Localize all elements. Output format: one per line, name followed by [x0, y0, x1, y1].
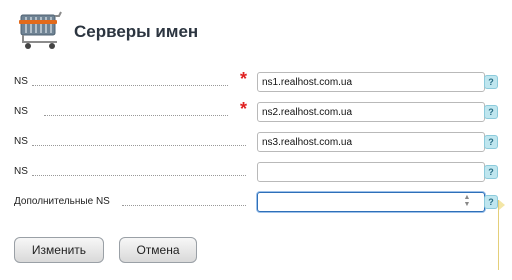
ns1-label: NS	[14, 76, 28, 87]
dotted-leader	[32, 175, 246, 176]
ns1-row: NS * ?	[14, 69, 504, 94]
ns3-input[interactable]	[257, 132, 485, 152]
ns2-row: NS * ?	[14, 99, 504, 124]
extra-ns-row: Дополнительные NS ▲ ▼ ?	[14, 192, 504, 214]
ns1-input[interactable]	[257, 72, 485, 92]
ns3-row: NS ?	[14, 132, 504, 154]
extra-ns-label: Дополнительные NS	[14, 196, 110, 207]
help-icon[interactable]: ?	[484, 195, 498, 209]
required-mark: *	[240, 69, 248, 89]
shopping-cart-icon	[19, 11, 62, 49]
cancel-button[interactable]: Отмена	[119, 237, 197, 263]
page-header: Серверы имен	[14, 8, 494, 56]
ns4-row: NS ?	[14, 162, 504, 184]
resize-handle-icon[interactable]: ▲ ▼	[462, 194, 472, 208]
dotted-leader	[32, 85, 228, 86]
dotted-leader	[44, 115, 228, 116]
help-icon[interactable]: ?	[484, 75, 498, 89]
ns2-input[interactable]	[257, 102, 485, 122]
page-title: Серверы имен	[74, 22, 199, 41]
help-icon[interactable]: ?	[484, 105, 498, 119]
help-icon[interactable]: ?	[484, 135, 498, 149]
extra-ns-input[interactable]	[257, 192, 485, 212]
required-mark: *	[240, 99, 248, 119]
tooltip-edge	[498, 200, 512, 270]
help-icon[interactable]: ?	[484, 165, 498, 179]
ns2-label: NS	[14, 106, 28, 117]
dotted-leader	[122, 205, 246, 206]
ns3-label: NS	[14, 136, 28, 147]
ns4-input[interactable]	[257, 162, 485, 182]
tooltip-pointer	[499, 200, 505, 210]
ns4-label: NS	[14, 166, 28, 177]
change-button[interactable]: Изменить	[14, 237, 104, 263]
dotted-leader	[32, 145, 246, 146]
